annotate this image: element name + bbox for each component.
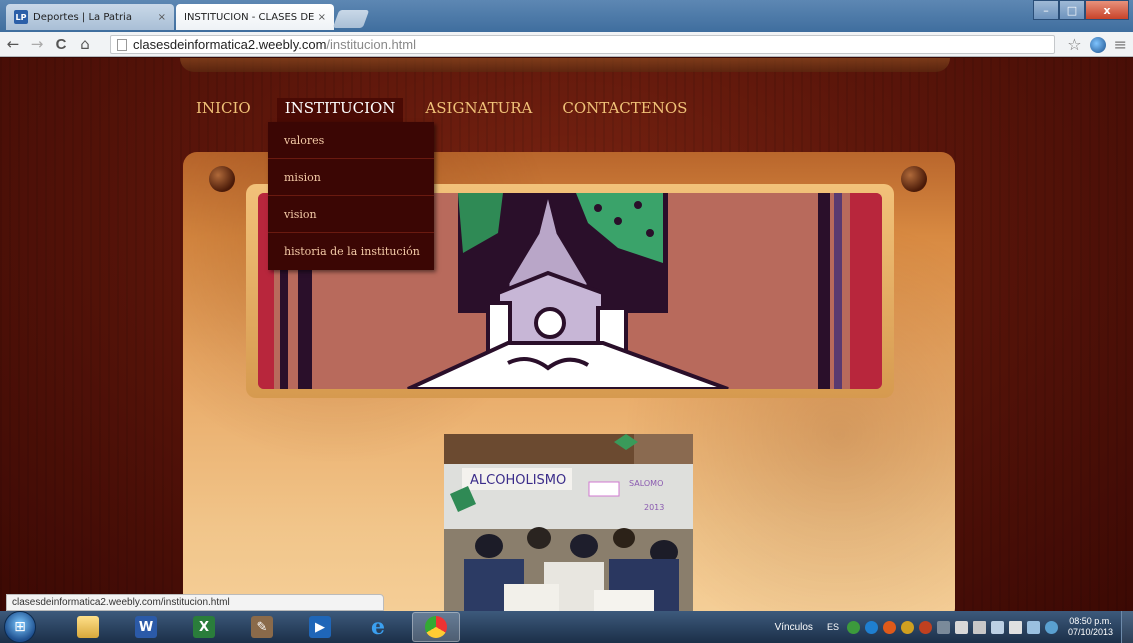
tray-app-icon[interactable] [936,620,950,634]
header-strip [180,58,950,72]
browser-toolbar: ← → C ⌂ clasesdeinformatica2.weebly.com … [0,32,1133,57]
url-host: clasesdeinformatica2.weebly.com [133,37,327,52]
extension-icon[interactable] [1089,36,1106,53]
tray-app-icon[interactable] [900,620,914,634]
reload-button[interactable]: C [50,33,72,55]
tray-app-icon[interactable] [882,620,896,634]
toolbar-right-buttons: ☆ ≡ [1067,35,1127,54]
tab-title: Deportes | La Patria [33,11,132,23]
dropdown-item-vision[interactable]: vision [268,196,434,233]
tray-app-icon[interactable] [864,620,878,634]
maximize-button[interactable]: □ [1059,0,1085,20]
institucion-dropdown-menu: valores mision vision historia de la ins… [268,122,434,270]
tab-deportes[interactable]: LP Deportes | La Patria × [6,4,174,30]
taskbar-explorer[interactable] [64,612,112,642]
vinculos-toolbar[interactable]: Vínculos [775,622,813,633]
forward-button[interactable]: → [26,33,48,55]
close-window-button[interactable]: x [1085,0,1129,20]
back-button[interactable]: ← [2,33,24,55]
tab-close-icon[interactable]: × [318,12,326,23]
excel-icon: X [193,616,215,638]
tray-app-icon[interactable] [1044,620,1058,634]
minimize-button[interactable]: – [1033,0,1059,20]
web-page: INICIO INSTITUCION ASIGNATURA CONTACTENO… [0,58,1133,611]
power-icon[interactable] [1026,620,1040,634]
url-path: /institucion.html [326,37,416,52]
browser-tabstrip: LP Deportes | La Patria × INSTITUCION - … [0,0,1133,76]
taskbar-chrome[interactable] [412,612,460,642]
svg-text:ALCOHOLISMO: ALCOHOLISMO [470,473,566,488]
clock-time: 08:50 p.m. [1069,616,1112,626]
nav-asignatura[interactable]: ASIGNATURA [425,98,532,128]
nav-contactenos[interactable]: CONTACTENOS [562,98,687,128]
tray-app-icon[interactable] [846,620,860,634]
menu-icon[interactable]: ≡ [1114,35,1127,54]
media-player-icon: ▶ [309,616,331,638]
classroom-photo: ALCOHOLISMO SALOMO 2013 [444,434,693,611]
internet-explorer-icon: e [371,614,385,640]
clock[interactable]: 08:50 p.m. 07/10/2013 [1068,616,1113,638]
flag-icon[interactable] [1008,620,1022,634]
window-controls: – □ x [1033,0,1129,20]
status-bar-url: clasesdeinformatica2.weebly.com/instituc… [6,594,384,611]
taskbar-excel[interactable]: X [180,612,228,642]
la-patria-favicon-icon: LP [14,10,28,24]
show-desktop-button[interactable] [1121,611,1133,643]
windows-taskbar: ⊞ W X ✎ ▶ e Vínculos ES 08:50 p.m. 07/10… [0,611,1133,643]
home-button[interactable]: ⌂ [74,33,96,55]
dropdown-item-valores[interactable]: valores [268,122,434,159]
start-button[interactable]: ⊞ [4,611,36,643]
taskbar-internet-explorer[interactable]: e [354,612,402,642]
dropdown-item-historia[interactable]: historia de la institución [268,233,434,270]
bookmark-star-icon[interactable]: ☆ [1067,35,1081,54]
tray-icons [846,620,1058,634]
address-bar[interactable]: clasesdeinformatica2.weebly.com /institu… [110,35,1055,54]
paint-icon: ✎ [251,616,273,638]
tab-close-icon[interactable]: × [158,12,166,23]
svg-text:2013: 2013 [644,503,664,512]
pin-icon [209,166,235,192]
language-indicator[interactable]: ES [827,622,839,632]
tab-institucion[interactable]: INSTITUCION - CLASES DE × [176,4,334,76]
taskbar-paint[interactable]: ✎ [238,612,286,642]
dropdown-item-mision[interactable]: mision [268,159,434,196]
taskbar-media-player[interactable]: ▶ [296,612,344,642]
chrome-icon [425,616,447,638]
word-icon: W [135,616,157,638]
folder-icon [77,616,99,638]
clock-date: 07/10/2013 [1067,627,1113,637]
classroom-picture: ALCOHOLISMO SALOMO 2013 [444,434,693,611]
taskbar-word[interactable]: W [122,612,170,642]
system-tray: Vínculos ES 08:50 p.m. 07/10/2013 [775,611,1133,643]
page-icon [117,38,127,51]
volume-icon[interactable] [954,620,968,634]
pin-icon [901,166,927,192]
tray-app-icon[interactable] [918,620,932,634]
signal-icon[interactable] [972,620,986,634]
network-icon[interactable] [990,620,1004,634]
tab-title: INSTITUCION - CLASES DE [184,11,314,23]
new-tab-button[interactable] [332,10,370,28]
svg-text:SALOMO: SALOMO [629,479,663,488]
nav-inicio[interactable]: INICIO [196,98,251,128]
